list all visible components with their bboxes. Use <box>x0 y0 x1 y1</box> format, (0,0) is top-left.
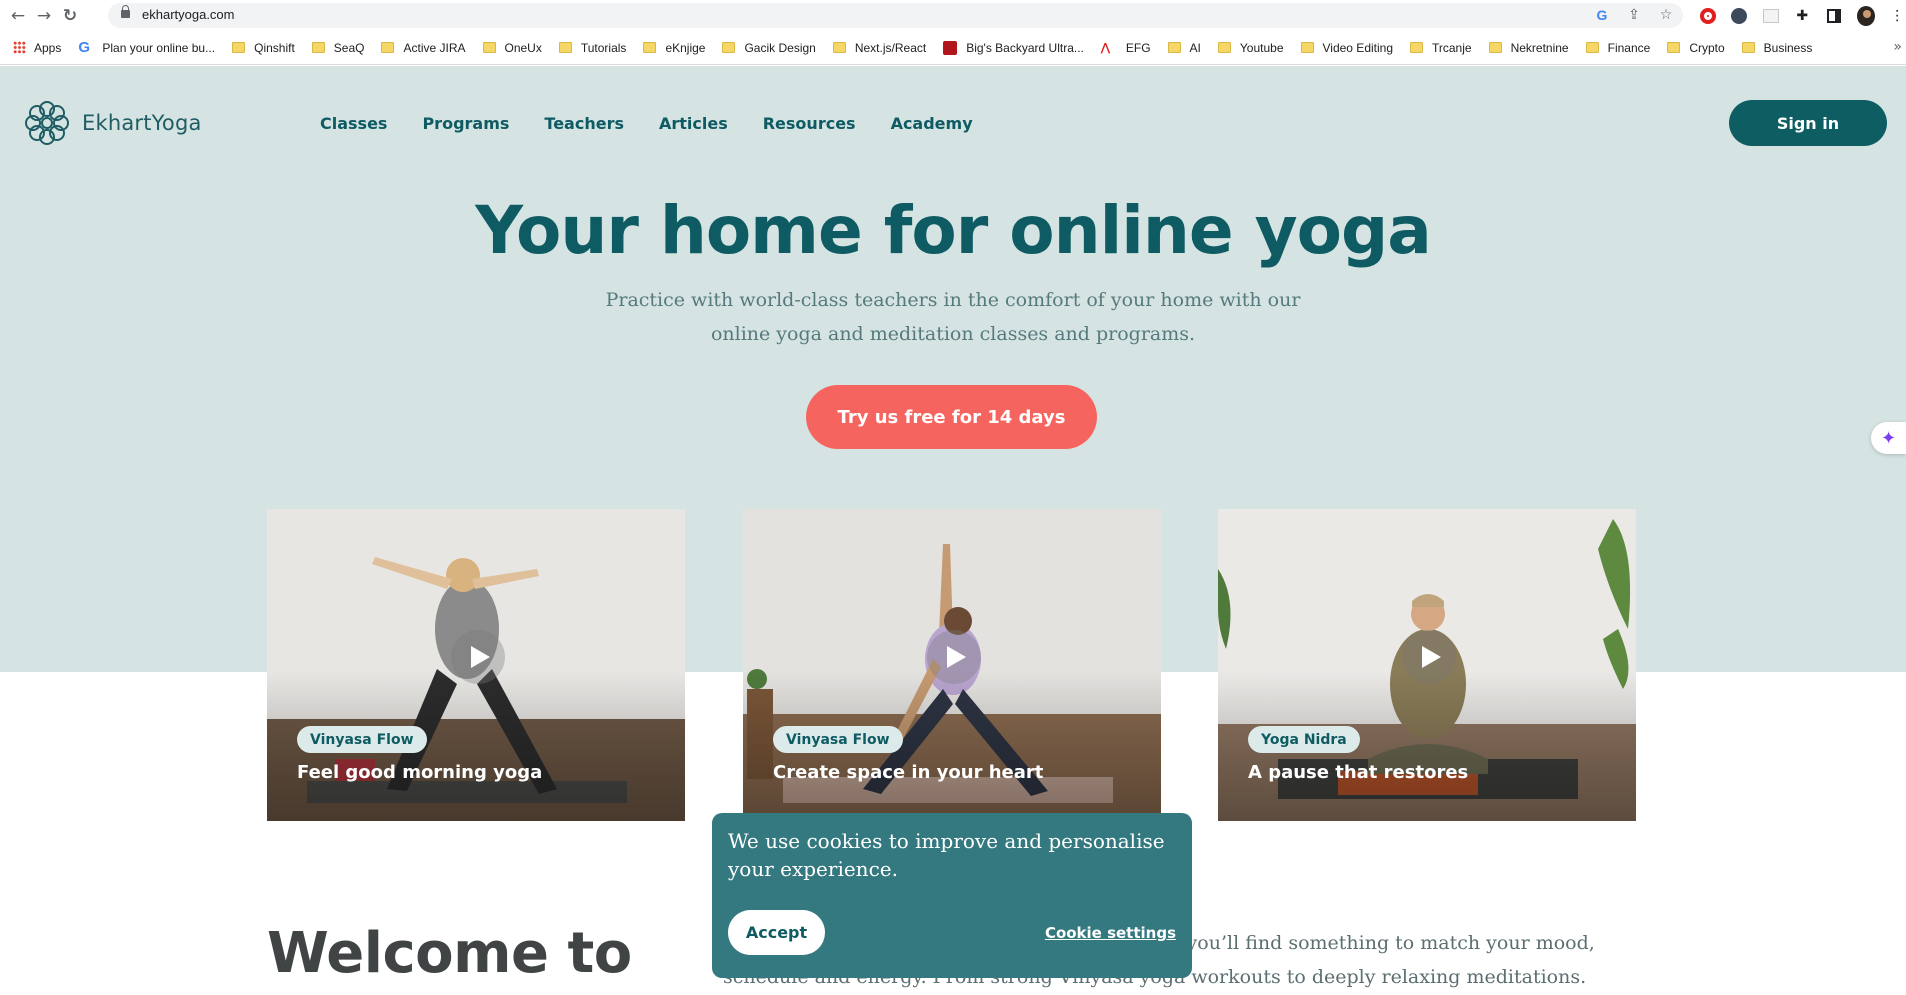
folder-icon <box>1410 42 1423 53</box>
extensions-puzzle-icon[interactable]: ✚ <box>1794 7 1812 25</box>
browser-menu-icon[interactable]: ⋮ <box>1889 7 1906 25</box>
extension-icon[interactable] <box>1762 7 1780 25</box>
category-tag[interactable]: Vinyasa Flow <box>297 726 427 753</box>
nav-resources[interactable]: Resources <box>763 114 856 133</box>
folder-icon <box>722 42 736 53</box>
bookmark-star-icon[interactable]: ☆ <box>1657 6 1675 24</box>
folder-icon <box>643 42 657 53</box>
bookmarks-bar: Apps G Plan your online bu... Qinshift Se… <box>0 31 1906 65</box>
folder-icon <box>1585 42 1599 53</box>
accept-cookies-button[interactable]: Accept <box>728 910 825 955</box>
cookie-message: We use cookies to improve and personalis… <box>728 829 1165 881</box>
bookmark-item[interactable]: Crypto <box>1667 41 1725 55</box>
page-viewport: EkhartYoga Classes Programs Teachers Art… <box>0 66 1906 995</box>
nav-academy[interactable]: Academy <box>891 114 973 133</box>
folder-icon <box>311 42 325 53</box>
site-icon <box>943 40 958 55</box>
more-bookmarks-chevron-icon[interactable]: » <box>1893 39 1902 55</box>
omnibox-actions: G ⇪ ☆ <box>1593 6 1675 24</box>
bookmark-item[interactable]: Trcanje <box>1410 41 1472 55</box>
main-navigation: Classes Programs Teachers Articles Resou… <box>320 114 973 133</box>
bookmark-apps[interactable]: Apps <box>13 41 61 55</box>
free-trial-button[interactable]: Try us free for 14 days <box>806 385 1097 449</box>
folder-icon <box>558 42 572 53</box>
bookmark-item[interactable]: OneUx <box>482 41 542 55</box>
bookmark-item[interactable]: Big's Backyard Ultra... <box>943 40 1084 55</box>
bookmark-item[interactable]: Business <box>1741 41 1812 55</box>
folder-icon <box>832 42 846 53</box>
folder-icon <box>1667 42 1681 53</box>
folder-icon <box>1300 42 1314 53</box>
card-title[interactable]: Feel good morning yoga <box>297 762 542 783</box>
category-tag[interactable]: Yoga Nidra <box>1248 726 1360 753</box>
video-card[interactable]: Vinyasa Flow Create space in your heart <box>743 509 1161 821</box>
hero-title: Your home for online yoga <box>475 192 1431 269</box>
sign-in-button[interactable]: Sign in <box>1729 100 1887 146</box>
bookmark-item[interactable]: Active JIRA <box>381 41 466 55</box>
play-button-icon[interactable] <box>927 630 981 684</box>
bookmark-item[interactable]: Tutorials <box>558 41 626 55</box>
folder-icon <box>232 42 246 53</box>
bookmark-item[interactable]: Qinshift <box>232 41 295 55</box>
bookmark-item[interactable]: eKnjige <box>643 41 705 55</box>
hero-subtitle: Practice with world-class teachers in th… <box>605 289 1301 345</box>
ai-sparkle-icon[interactable]: ✦ <box>1871 422 1906 454</box>
bookmark-item[interactable]: Nekretnine <box>1488 41 1569 55</box>
bookmark-item[interactable]: Video Editing <box>1300 41 1393 55</box>
google-lens-icon[interactable]: G <box>1593 6 1611 24</box>
nav-teachers[interactable]: Teachers <box>544 114 624 133</box>
opera-extension-icon[interactable] <box>1699 7 1717 25</box>
lotus-logo-icon <box>25 101 69 145</box>
site-logo[interactable]: EkhartYoga <box>24 100 202 146</box>
efg-icon: ⋀ <box>1100 41 1110 54</box>
category-tag[interactable]: Vinyasa Flow <box>773 726 903 753</box>
bookmark-item[interactable]: Next.js/React <box>832 41 926 55</box>
cookie-settings-link[interactable]: Cookie settings <box>1045 924 1176 942</box>
nav-articles[interactable]: Articles <box>659 114 728 133</box>
bookmark-item[interactable]: Finance <box>1585 41 1650 55</box>
card-title[interactable]: A pause that restores <box>1248 762 1468 783</box>
video-card[interactable]: Vinyasa Flow Feel good morning yoga <box>267 509 685 821</box>
cookie-banner: We use cookies to improve and personalis… <box>712 813 1192 978</box>
extensions-area: ✚ ⋮ <box>1691 4 1906 28</box>
nav-programs[interactable]: Programs <box>422 114 509 133</box>
profile-avatar[interactable] <box>1856 6 1875 26</box>
bookmark-item[interactable]: ⋀ EFG <box>1101 41 1151 55</box>
folder-icon <box>482 42 496 53</box>
lock-icon <box>121 5 130 18</box>
browser-toolbar: ← → ↻ ekhartyoga.com G ⇪ ☆ ✚ ⋮ <box>0 0 1906 31</box>
folder-icon <box>1488 42 1502 53</box>
address-url[interactable]: ekhartyoga.com <box>142 7 235 22</box>
folder-icon <box>1741 42 1755 53</box>
bookmark-item[interactable]: SeaQ <box>311 41 364 55</box>
logo-text: EkhartYoga <box>82 111 202 135</box>
play-button-icon[interactable] <box>1402 630 1456 684</box>
nav-classes[interactable]: Classes <box>320 114 387 133</box>
reload-icon[interactable]: ↻ <box>59 5 81 27</box>
side-panel-icon[interactable] <box>1825 7 1843 25</box>
folder-icon <box>381 42 395 53</box>
address-bar[interactable]: ekhartyoga.com G ⇪ ☆ <box>108 3 1683 28</box>
share-icon[interactable]: ⇪ <box>1625 6 1643 24</box>
bookmark-item[interactable]: AI <box>1167 41 1201 55</box>
folder-icon <box>1217 42 1231 53</box>
bookmark-item[interactable]: Gacik Design <box>722 41 816 55</box>
folder-icon <box>1167 42 1181 53</box>
apps-grid-icon <box>13 41 26 54</box>
card-title[interactable]: Create space in your heart <box>773 762 1043 783</box>
welcome-heading: Welcome to <box>267 921 632 986</box>
forward-arrow-icon[interactable]: → <box>33 5 55 27</box>
back-arrow-icon[interactable]: ← <box>7 5 29 27</box>
bookmark-item[interactable]: G Plan your online bu... <box>78 40 215 55</box>
bookmark-item[interactable]: Youtube <box>1217 41 1284 55</box>
video-card[interactable]: Yoga Nidra A pause that restores <box>1218 509 1636 821</box>
play-button-icon[interactable] <box>451 630 505 684</box>
google-icon: G <box>78 39 91 56</box>
vpn-extension-icon[interactable] <box>1731 7 1749 25</box>
